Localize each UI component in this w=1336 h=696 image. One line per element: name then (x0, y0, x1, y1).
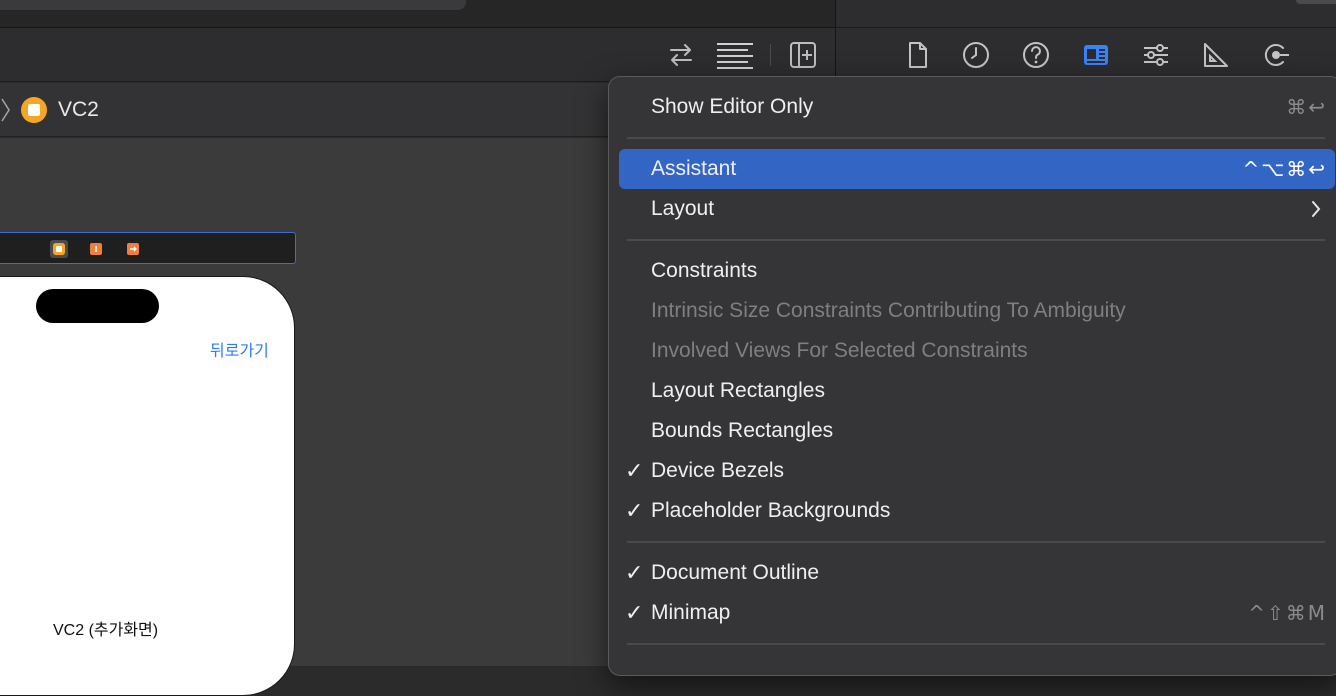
connections-icon[interactable] (1261, 40, 1291, 70)
menu-item-assistant[interactable]: Assistant ^⌥⌘↩ (619, 149, 1335, 189)
align-lines-icon[interactable] (716, 40, 754, 70)
first-responder-icon[interactable] (87, 240, 105, 258)
menu-item-label: Show Editor Only (651, 95, 814, 118)
scene-dock[interactable] (0, 232, 296, 264)
attributes-sliders-icon[interactable] (1141, 40, 1171, 70)
scheme-field[interactable] (0, 0, 466, 10)
menu-item-bounds-rectangles[interactable]: Bounds Rectangles (619, 411, 1335, 451)
swap-arrows-icon[interactable] (666, 40, 696, 70)
menu-item-label: Bounds Rectangles (651, 419, 834, 442)
menu-item-label: Assistant (651, 157, 737, 180)
menu-item-show-editor-only[interactable]: Show Editor Only ⌘↩ (619, 87, 1335, 127)
menu-item-intrinsic-size-constraints: Intrinsic Size Constraints Contributing … (619, 291, 1335, 331)
menu-item-label: Layout Rectangles (651, 379, 825, 402)
menu-item-label: Minimap (651, 601, 731, 624)
view-controller-dock-icon[interactable] (50, 240, 68, 258)
menu-item-label: Placeholder Backgrounds (651, 499, 891, 522)
menu-separator (627, 137, 1325, 139)
window-top-strip (0, 0, 835, 28)
menu-shortcut: ^⇧⌘M (1248, 601, 1327, 625)
menu-separator (627, 643, 1325, 645)
file-icon[interactable] (902, 40, 932, 70)
chevron-right-icon (1, 98, 10, 122)
menu-shortcut: ⌘↩ (1286, 95, 1327, 119)
menu-item-label: Document Outline (651, 561, 820, 584)
back-button[interactable]: 뒤로가기 (210, 341, 269, 363)
menu-separator (627, 541, 1325, 543)
add-editor-icon[interactable] (788, 40, 818, 70)
menu-item-document-outline[interactable]: ✓ Document Outline (619, 553, 1335, 593)
menu-item-device-bezels[interactable]: ✓ Device Bezels (619, 451, 1335, 491)
menu-item-minimap[interactable]: ✓ Minimap ^⇧⌘M (619, 593, 1335, 633)
vc2-title-label[interactable]: VC2 (추가화면) (53, 620, 158, 642)
chevron-right-icon (1312, 201, 1321, 217)
menu-separator (627, 239, 1325, 241)
help-icon[interactable] (1021, 40, 1051, 70)
view-controller-icon (21, 97, 47, 123)
menu-item-constraints[interactable]: Constraints (619, 251, 1335, 291)
toolbar-separator (770, 44, 771, 66)
menu-item-placeholder-backgrounds[interactable]: ✓ Placeholder Backgrounds (619, 491, 1335, 531)
menu-item-label: Intrinsic Size Constraints Contributing … (651, 299, 1126, 322)
checkmark-icon: ✓ (625, 498, 644, 523)
size-ruler-icon[interactable] (1201, 40, 1231, 70)
inspector-top-button[interactable] (1296, 0, 1336, 4)
menu-item-label: Constraints (651, 259, 758, 282)
exit-icon[interactable] (124, 240, 142, 258)
menu-item-label: Device Bezels (651, 459, 785, 482)
checkmark-icon: ✓ (625, 458, 644, 483)
inspector-toolbar (836, 28, 1336, 82)
inspector-top-strip (836, 0, 1336, 28)
history-clock-icon[interactable] (961, 40, 991, 70)
editor-toolbar (0, 28, 835, 82)
menu-item-label: Layout (651, 197, 715, 220)
breadcrumb-item-vc2[interactable]: VC2 (58, 97, 99, 123)
editor-options-menu: Show Editor Only ⌘↩ Assistant ^⌥⌘↩ Layou… (608, 76, 1336, 676)
identity-card-icon[interactable] (1081, 40, 1111, 70)
checkmark-icon: ✓ (625, 600, 644, 625)
menu-item-involved-views: Involved Views For Selected Constraints (619, 331, 1335, 371)
menu-item-layout-rectangles[interactable]: Layout Rectangles (619, 371, 1335, 411)
checkmark-icon: ✓ (625, 560, 644, 585)
menu-shortcut: ^⌥⌘↩ (1242, 157, 1327, 181)
dynamic-island (36, 289, 159, 323)
menu-item-label: Involved Views For Selected Constraints (651, 339, 1028, 362)
menu-item-layout[interactable]: Layout (619, 189, 1335, 229)
